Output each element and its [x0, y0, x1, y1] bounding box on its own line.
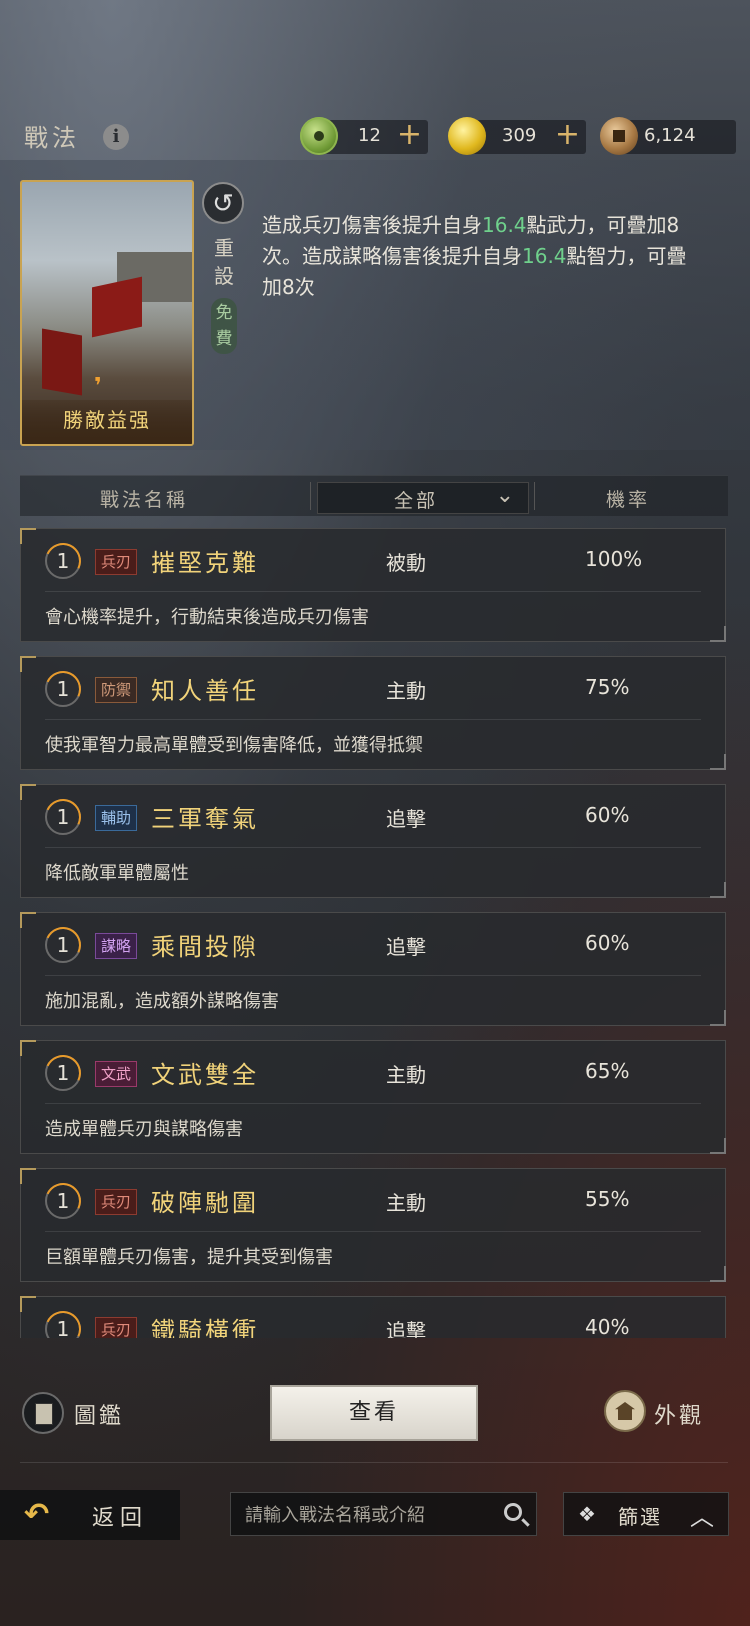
skill-type-tag: 兵刃	[95, 549, 138, 575]
filter-label: 篩選	[618, 1505, 662, 1529]
skill-name: 三軍奪氣	[151, 805, 259, 833]
skill-kind: 追擊	[386, 1319, 426, 1338]
skill-desc: 巨額單體兵刃傷害，提升其受到傷害	[45, 1247, 333, 1268]
currency-gold-value: 309	[502, 125, 537, 146]
skill-rate: 75%	[585, 675, 630, 699]
appearance-icon[interactable]	[604, 1390, 646, 1432]
column-rate: 機率	[606, 489, 651, 511]
skill-row[interactable]: 1 防禦 知人善任 主動 75% 使我軍智力最高單體受到傷害降低，並獲得抵禦	[20, 656, 726, 770]
skill-row[interactable]: 1 文武 文武雙全 主動 65% 造成單體兵刃與謀略傷害	[20, 1040, 726, 1154]
skill-level: 1	[45, 799, 81, 835]
add-gold-button[interactable]: +	[555, 118, 580, 152]
skill-rate: 60%	[585, 803, 630, 827]
skill-type-tag: 謀略	[95, 933, 138, 959]
skill-desc: 會心機率提升，行動結束後造成兵刃傷害	[45, 607, 369, 628]
skill-kind: 追擊	[386, 935, 426, 959]
search-icon[interactable]	[504, 1503, 522, 1521]
skill-desc: 降低敵軍單體屬性	[45, 863, 189, 884]
skill-level: 1	[45, 1055, 81, 1091]
filter-button[interactable]: ❖ 篩選 ︿	[563, 1492, 729, 1536]
filter-diamond-icon: ❖	[578, 1502, 596, 1526]
skill-level: 1	[45, 927, 81, 963]
skill-list[interactable]: 1 兵刃 摧堅克難 被動 100% 會心機率提升，行動結束後造成兵刃傷害 1 防…	[20, 528, 728, 1338]
currency-jade-value: 12	[358, 125, 381, 146]
skill-desc: 造成單體兵刃與謀略傷害	[45, 1119, 243, 1140]
gold-coin-icon	[448, 117, 486, 155]
jade-coin-icon	[300, 117, 338, 155]
free-badge: 免費	[211, 298, 237, 354]
atlas-icon[interactable]	[22, 1392, 64, 1434]
divider	[534, 482, 535, 510]
view-button[interactable]: 查看	[270, 1385, 478, 1441]
divider	[310, 482, 311, 510]
skill-name: 乘間投隙	[151, 933, 259, 961]
divider	[20, 1462, 728, 1463]
skill-name: 鐵騎橫衝	[151, 1317, 259, 1338]
currency-jade: 12 +	[300, 117, 428, 155]
skill-kind: 被動	[386, 551, 426, 575]
skill-kind: 主動	[386, 1063, 426, 1087]
skill-desc: 施加混亂，造成額外謀略傷害	[45, 991, 279, 1012]
skill-rate: 100%	[585, 547, 643, 571]
skill-name: 破陣馳圍	[151, 1189, 259, 1217]
reset-button[interactable]: 重設	[210, 234, 238, 290]
column-skill-name: 戰法名稱	[100, 489, 189, 511]
skill-card-name: 勝敵益强	[63, 408, 151, 432]
category-filter-dropdown[interactable]: 全部 ⌄	[317, 482, 529, 514]
skill-type-tag: 防禦	[95, 677, 138, 703]
skill-rate: 65%	[585, 1059, 630, 1083]
atlas-button[interactable]: 圖鑑	[74, 1398, 124, 1430]
category-filter-value: 全部	[394, 490, 439, 512]
skill-level: 1	[45, 1183, 81, 1219]
skill-level: 1	[45, 543, 81, 579]
skill-level: 1	[45, 1311, 81, 1338]
back-arrow-icon[interactable]: ↶	[24, 1500, 70, 1530]
skill-row[interactable]: 1 輔助 三軍奪氣 追擊 60% 降低敵軍單體屬性	[20, 784, 726, 898]
currency-copper: 6,124	[600, 117, 736, 155]
search-box[interactable]	[230, 1492, 537, 1536]
skill-description: 造成兵刃傷害後提升自身16.4點武力，可疊加8次。造成謀略傷害後提升自身16.4…	[262, 213, 687, 299]
add-jade-button[interactable]: +	[397, 118, 422, 152]
skill-name: 知人善任	[151, 677, 259, 705]
reset-icon[interactable]: ↺	[202, 182, 244, 224]
appearance-button[interactable]: 外觀	[654, 1398, 704, 1430]
skill-row[interactable]: 1 兵刃 破陣馳圍 主動 55% 巨額單體兵刃傷害，提升其受到傷害	[20, 1168, 726, 1282]
skill-row[interactable]: 1 兵刃 鐵騎橫衝 追擊 40%	[20, 1296, 726, 1338]
skill-rate: 40%	[585, 1315, 630, 1338]
skill-kind: 主動	[386, 1191, 426, 1215]
skill-name: 文武雙全	[151, 1061, 259, 1089]
skill-type-tag: 兵刃	[95, 1189, 138, 1215]
skill-type-tag: 輔助	[95, 805, 138, 831]
skill-name: 摧堅克難	[151, 549, 259, 577]
back-label[interactable]: 返回	[92, 1500, 148, 1532]
skill-kind: 主動	[386, 679, 426, 703]
skill-row[interactable]: 1 兵刃 摧堅克難 被動 100% 會心機率提升，行動結束後造成兵刃傷害	[20, 528, 726, 642]
page-title: 戰法	[24, 124, 80, 152]
currency-gold: 309 +	[448, 117, 586, 155]
info-icon[interactable]: i	[103, 124, 129, 150]
currency-copper-value: 6,124	[644, 125, 696, 146]
card-quality-mark: ❜	[94, 374, 102, 399]
skill-type-tag: 文武	[95, 1061, 138, 1087]
skill-level: 1	[45, 671, 81, 707]
skill-row[interactable]: 1 謀略 乘間投隙 追擊 60% 施加混亂，造成額外謀略傷害	[20, 912, 726, 1026]
copper-coin-icon	[600, 117, 638, 155]
skill-kind: 追擊	[386, 807, 426, 831]
skill-type-tag: 兵刃	[95, 1317, 138, 1338]
skill-desc: 使我軍智力最高單體受到傷害降低，並獲得抵禦	[45, 735, 423, 756]
search-input[interactable]	[243, 1499, 487, 1531]
skill-rate: 60%	[585, 931, 630, 955]
chevron-down-icon: ⌄	[495, 483, 514, 508]
chevron-up-icon: ︿	[690, 1503, 714, 1531]
skill-rate: 55%	[585, 1187, 630, 1211]
